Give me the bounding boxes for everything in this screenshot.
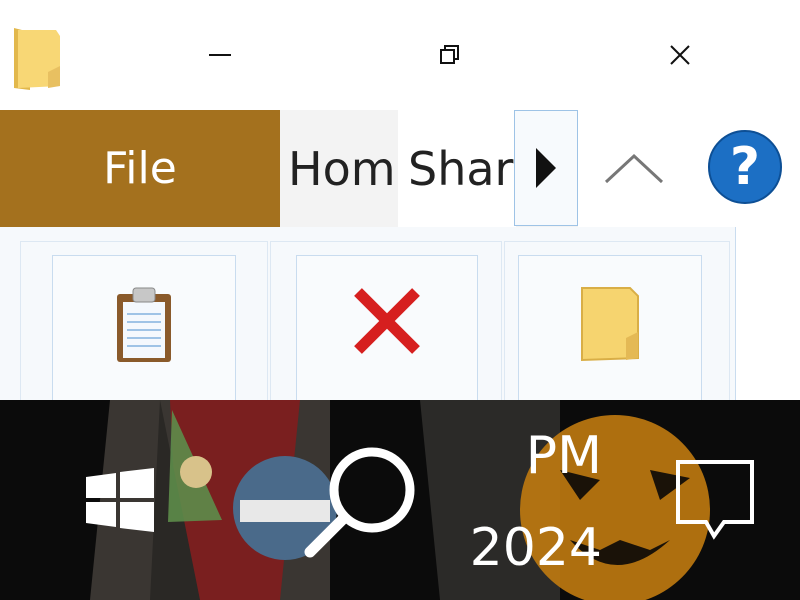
taskbar-app-button[interactable] [162,400,234,528]
triangle-right-icon [536,148,556,188]
new-folder-button[interactable] [518,255,702,405]
tab-home[interactable]: Home [280,110,398,227]
close-button[interactable] [650,25,710,85]
ribbon-overflow-area [735,227,800,400]
paste-button[interactable] [52,255,236,405]
help-label: ? [729,137,761,197]
taskbar: PM 2024 [0,400,800,600]
search-icon [304,447,415,558]
help-button[interactable]: ? [708,130,782,204]
folder-icon [12,22,62,92]
clipboard-icon [117,287,171,362]
start-button[interactable] [86,468,154,532]
tab-file-label: File [103,143,177,194]
taskbar-clock[interactable]: PM 2024 [472,400,602,600]
collapse-ribbon-button[interactable] [598,132,670,204]
search-button[interactable] [300,442,420,562]
clock-time: PM [525,426,602,486]
restore-button[interactable] [420,25,480,85]
clock-date: 2024 [472,518,602,578]
folder-icon [581,287,639,362]
tab-share[interactable]: Share [398,110,516,227]
delete-button[interactable] [296,255,478,405]
tab-home-label: Home [288,141,398,196]
tab-file[interactable]: File [0,110,280,227]
ribbon-panel [0,227,800,405]
minimize-icon [209,54,231,56]
minimize-button[interactable] [190,25,250,85]
restore-icon [440,45,459,64]
delete-x-icon [354,288,420,354]
close-icon [670,45,690,65]
title-bar [0,0,800,110]
action-center-button[interactable] [672,456,758,546]
chevron-up-icon [604,153,664,184]
ribbon-tabs: File Home Share [0,110,800,227]
windows-logo-icon [86,468,154,532]
tab-scroll-right-button[interactable] [514,110,578,226]
tab-share-label: Share [408,141,516,196]
action-center-icon [676,460,754,540]
